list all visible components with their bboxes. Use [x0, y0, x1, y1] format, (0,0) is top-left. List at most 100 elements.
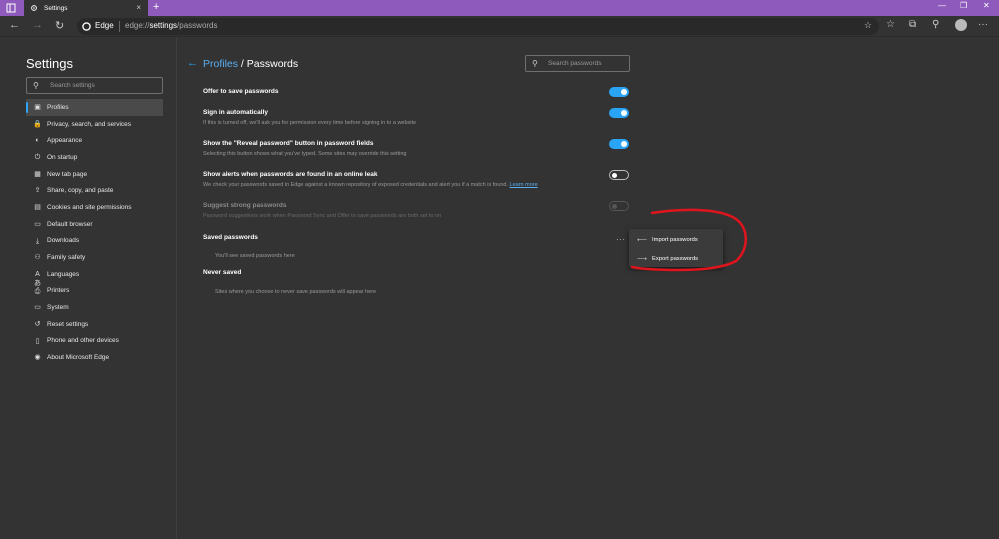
sidebar-item-label: Downloads	[47, 237, 80, 245]
saved-passwords-heading: Saved passwords	[203, 234, 258, 241]
sidebar-item-languages[interactable]: Aあ Languages	[26, 266, 163, 287]
favorites-icon[interactable]: ☆	[886, 19, 895, 30]
setting-toggle[interactable]	[609, 108, 629, 118]
breadcrumb: Profiles / Passwords	[203, 58, 298, 70]
sidebar-item-label: On startup	[47, 153, 78, 161]
saved-passwords-more-button[interactable]: ···	[616, 235, 626, 244]
collections-icon[interactable]: ⧉	[909, 19, 916, 30]
permissions-icon: ▤	[34, 204, 41, 212]
profile-avatar[interactable]	[955, 19, 967, 31]
setting-description: We check your passwords saved in Edge ag…	[203, 182, 630, 188]
forward-button[interactable]: →	[32, 19, 43, 31]
sidebar-item-label: Languages	[47, 270, 80, 278]
edge-logo-icon	[82, 22, 91, 31]
browser-toolbar: ← → ↻ Edge edge://settings/passwords ☆ ☆…	[0, 16, 999, 37]
sidebar-item-about-microsoft-edge[interactable]: ◉ About Microsoft Edge	[26, 349, 163, 366]
back-arrow-icon[interactable]: ←	[187, 57, 198, 69]
import-passwords-item[interactable]: ⟵ Import passwords	[629, 231, 723, 248]
sidebar-item-system[interactable]: ▭ System	[26, 299, 163, 316]
sidebar-item-label: Privacy, search, and services	[47, 120, 132, 128]
setting-description-text: If this is turned off, we'll ask you for…	[203, 120, 417, 126]
settings-search-input[interactable]: ⚲ Search settings	[26, 77, 163, 94]
reset-icon: ↺	[34, 320, 41, 328]
setting-row: Offer to save passwords	[203, 87, 630, 97]
sidebar-item-phone-and-other-devices[interactable]: ▯ Phone and other devices	[26, 333, 163, 350]
export-icon: ⟶	[637, 256, 648, 263]
address-bar[interactable]: Edge edge://settings/passwords ☆	[77, 18, 879, 35]
close-window-button[interactable]: ✕	[983, 1, 990, 10]
setting-toggle[interactable]	[609, 87, 629, 97]
setting-label: Sign in automatically	[203, 109, 269, 116]
tab-close-button[interactable]: ×	[136, 3, 141, 12]
setting-toggle	[609, 201, 629, 211]
sidebar-item-label: Share, copy, and paste	[47, 187, 114, 195]
learn-more-link[interactable]: Learn more	[510, 182, 538, 188]
family-icon: ⚇	[34, 254, 41, 262]
maximize-button[interactable]: ❐	[960, 1, 967, 10]
sidebar-item-share-copy-and-paste[interactable]: ⇪ Share, copy, and paste	[26, 182, 163, 199]
back-button[interactable]: ←	[9, 19, 20, 31]
sidebar-item-label: Family safety	[47, 254, 86, 262]
sidebar-item-label: New tab page	[47, 170, 88, 178]
gear-icon	[31, 5, 37, 11]
breadcrumb-profiles-link[interactable]: Profiles	[203, 58, 238, 70]
never-saved-empty: Sites where you choose to never save pas…	[215, 289, 377, 295]
palette-icon: ◐	[35, 137, 40, 145]
sidebar-item-label: System	[47, 304, 69, 312]
minimize-button[interactable]: —	[938, 1, 946, 10]
sidebar-item-downloads[interactable]: ⤓ Downloads	[26, 233, 163, 250]
sidebar-item-on-startup[interactable]: ⏻ On startup	[26, 149, 163, 166]
address-brand: Edge	[95, 21, 114, 30]
setting-label: Suggest strong passwords	[203, 202, 287, 209]
address-url[interactable]: edge://settings/passwords	[125, 21, 218, 30]
sidebar-item-label: Default browser	[47, 220, 93, 228]
settings-sidebar: Settings ⚲ Search settings ▣ Profiles 🔒 Pri…	[0, 38, 177, 539]
language-icon: Aあ	[34, 270, 41, 287]
sidebar-item-label: Profiles	[47, 103, 69, 111]
never-saved-heading: Never saved	[203, 269, 242, 276]
tab-settings[interactable]: Settings ×	[24, 0, 148, 16]
sidebar-nav: ▣ Profiles 🔒 Privacy, search, and services ◐…	[26, 99, 163, 366]
sidebar-item-reset-settings[interactable]: ↺ Reset settings	[26, 316, 163, 333]
newtab-icon: ▦	[34, 170, 41, 178]
setting-description-text: We check your passwords saved in Edge ag…	[203, 182, 509, 188]
sidebar-item-default-browser[interactable]: ▭ Default browser	[26, 216, 163, 233]
setting-toggle[interactable]	[609, 170, 629, 180]
sidebar-item-new-tab-page[interactable]: ▦ New tab page	[26, 166, 163, 183]
setting-toggle[interactable]	[609, 139, 629, 149]
extensions-icon[interactable]: ⚲	[932, 19, 939, 30]
download-icon: ⤓	[35, 237, 40, 245]
workspaces-icon[interactable]	[6, 3, 16, 13]
sidebar-item-cookies-and-site-permissions[interactable]: ▤ Cookies and site permissions	[26, 199, 163, 216]
phone-icon: ▯	[35, 337, 40, 345]
search-icon: ⚲	[33, 81, 39, 90]
saved-passwords-menu: ⟵ Import passwords ⟶ Export passwords	[629, 229, 723, 267]
sidebar-item-appearance[interactable]: ◐ Appearance	[26, 132, 163, 149]
setting-row: Show the "Reveal password" button in pas…	[203, 139, 630, 157]
export-passwords-item[interactable]: ⟶ Export passwords	[629, 250, 723, 267]
setting-row: Sign in automatically If this is turned o…	[203, 108, 630, 126]
system-icon: ▭	[34, 304, 41, 312]
search-passwords-placeholder: Search passwords	[548, 60, 602, 67]
sidebar-item-privacy-search-and-services[interactable]: 🔒 Privacy, search, and services	[26, 116, 163, 133]
settings-more-button[interactable]: ···	[978, 19, 988, 30]
new-tab-button[interactable]: +	[153, 1, 159, 13]
setting-label: Show alerts when passwords are found in …	[203, 171, 378, 178]
favorite-star-icon[interactable]: ☆	[864, 20, 872, 31]
sidebar-item-label: Cookies and site permissions	[47, 203, 132, 211]
person-icon: ▣	[34, 104, 41, 111]
sidebar-item-family-safety[interactable]: ⚇ Family safety	[26, 249, 163, 266]
browser-icon: ▭	[34, 220, 41, 228]
sidebar-item-printers[interactable]: ⎙ Printers	[26, 283, 163, 300]
refresh-button[interactable]: ↻	[55, 19, 64, 32]
sidebar-item-profiles[interactable]: ▣ Profiles	[26, 99, 163, 116]
setting-description-text: Password suggestions work when Password …	[203, 213, 442, 219]
sidebar-item-label: Phone and other devices	[47, 337, 119, 345]
printer-icon: ⎙	[34, 287, 41, 295]
sidebar-item-label: About Microsoft Edge	[47, 354, 110, 362]
setting-description: If this is turned off, we'll ask you for…	[203, 120, 630, 126]
search-passwords-input[interactable]: ⚲ Search passwords	[525, 55, 630, 72]
menu-item-label: Export passwords	[652, 255, 699, 262]
sidebar-item-label: Printers	[47, 287, 70, 295]
share-icon: ⇪	[34, 187, 41, 195]
